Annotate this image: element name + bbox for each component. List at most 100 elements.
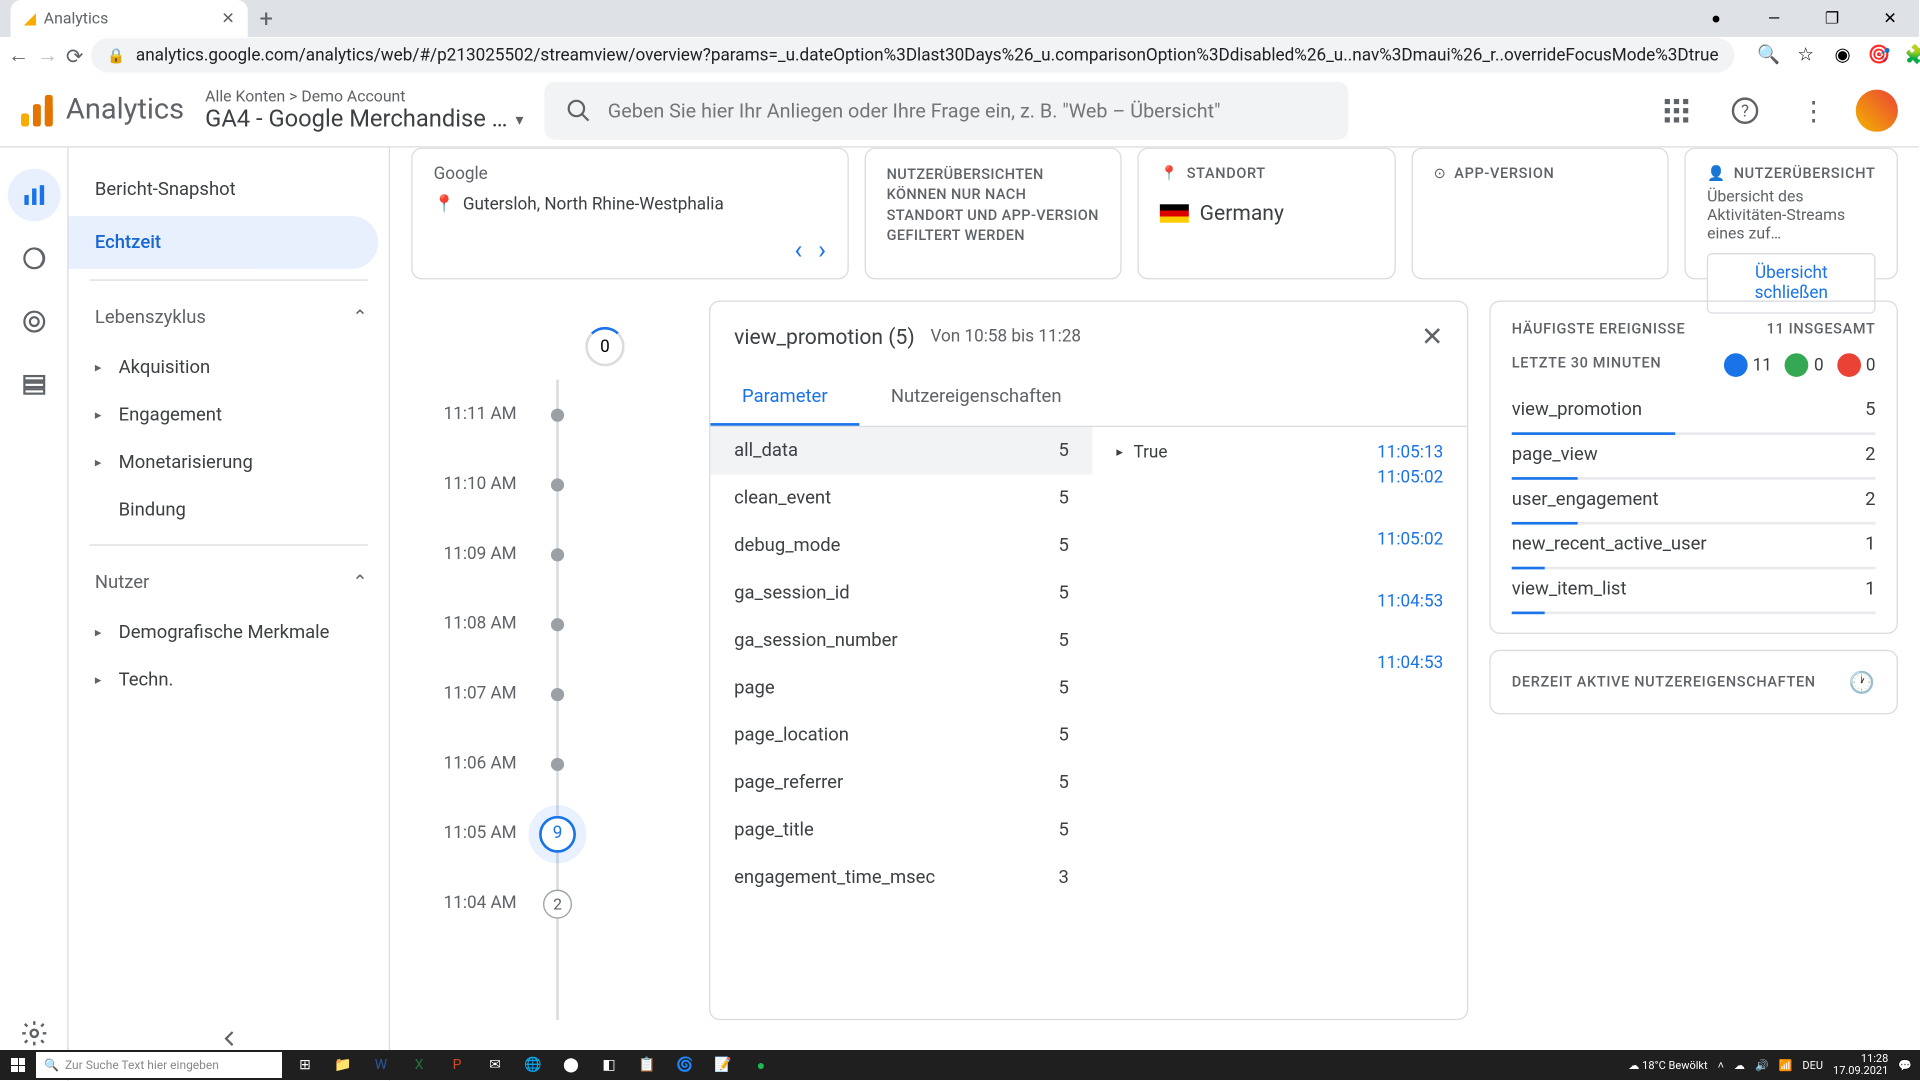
event-row[interactable]: view_promotion5 [1512,390,1876,430]
zoom-icon[interactable]: 🔍 [1753,40,1785,72]
event-timestamp[interactable]: 11:04:53 [1377,592,1443,612]
word-icon[interactable]: W [362,1050,400,1080]
parameter-row[interactable]: page_referrer5 [710,759,1092,806]
browser-tab[interactable]: ◢ Analytics ✕ [11,0,248,37]
close-window-button[interactable]: ✕ [1861,0,1919,37]
parameter-row[interactable]: page5 [710,664,1092,711]
event-timestamp[interactable]: 11:05:02 [1377,468,1443,488]
taskbar-search[interactable]: 🔍Zur Suche Text hier eingeben [36,1052,282,1078]
rail-explore[interactable] [7,232,60,285]
rail-configure[interactable] [7,358,60,411]
extension-icon[interactable]: 🎯 [1864,40,1896,72]
forward-button[interactable]: → [37,37,58,74]
analytics-logo[interactable]: Analytics [21,94,184,127]
parameter-row[interactable]: debug_mode5 [710,522,1092,569]
spotify-icon[interactable]: ● [742,1050,780,1080]
history-icon[interactable]: 🕐 [1849,670,1876,695]
new-tab-button[interactable]: + [248,0,285,37]
powerpoint-icon[interactable]: P [438,1050,476,1080]
help-icon[interactable]: ? [1719,84,1772,137]
tray-clock[interactable]: 11:28 17.09.2021 [1833,1053,1888,1077]
parameter-row[interactable]: clean_event5 [710,474,1092,521]
wifi-icon[interactable]: 📶 [1779,1059,1793,1072]
reload-button[interactable]: ⟳ [66,37,84,74]
nav-demographics[interactable]: ▸Demografische Merkmale [69,609,389,656]
tab-parameter[interactable]: Parameter [710,370,859,425]
parameter-row[interactable]: all_data5 [710,427,1092,474]
excel-icon[interactable]: X [400,1050,438,1080]
standort-card[interactable]: 📍STANDORT Germany [1138,148,1396,280]
timeline-row[interactable]: 11:05 AM9 [411,799,688,869]
notifications-icon[interactable]: 💬 [1898,1059,1912,1072]
rail-advertising[interactable] [7,295,60,348]
nav-section-user[interactable]: Nutzer ⌃ [69,556,389,609]
timeline-row[interactable]: 11:11 AM [411,380,688,450]
event-row[interactable]: new_recent_active_user1 [1512,525,1876,565]
app-icon[interactable]: ◧ [590,1050,628,1080]
property-selector[interactable]: Alle Konten > Demo Account GA4 - Google … [205,87,523,133]
obs-icon[interactable]: ⬤ [552,1050,590,1080]
back-button[interactable]: ← [8,37,29,74]
nav-acquisition[interactable]: ▸Akquisition [69,344,389,391]
nav-retention[interactable]: Bindung [69,486,389,533]
close-icon[interactable]: ✕ [221,9,234,27]
close-icon[interactable]: ✕ [1421,320,1443,352]
timeline-row[interactable]: 11:07 AM [411,659,688,729]
weather-widget[interactable]: ☁ 18°C Bewölkt [1628,1059,1707,1072]
extensions-icon[interactable]: 🧩 [1900,40,1920,72]
event-timestamp[interactable]: 11:05:02 [1377,530,1443,550]
timeline-row[interactable]: 11:08 AM [411,589,688,659]
edge-icon[interactable]: 🌀 [666,1050,704,1080]
nav-snapshot[interactable]: Bericht-Snapshot [69,163,379,216]
event-timestamp[interactable]: 11:04:53 [1377,654,1443,674]
app-version-card[interactable]: ⊙APP-VERSION [1411,148,1669,280]
timeline-row[interactable]: 11:06 AM [411,729,688,799]
extension-icon[interactable]: ◉ [1827,40,1859,72]
onedrive-icon[interactable]: ☁ [1734,1059,1745,1072]
app-icon[interactable]: 📋 [628,1050,666,1080]
nav-engagement[interactable]: ▸Engagement [69,391,389,438]
event-row[interactable]: page_view2 [1512,435,1876,475]
start-button[interactable] [0,1050,36,1080]
prev-button[interactable]: ‹ [794,233,802,265]
unknown-button[interactable]: ● [1687,0,1745,37]
volume-icon[interactable]: 🔊 [1755,1059,1769,1072]
address-bar[interactable]: 🔒 analytics.google.com/analytics/web/#/p… [91,38,1734,72]
mail-icon[interactable]: ✉ [476,1050,514,1080]
chrome-icon[interactable]: 🌐 [514,1050,552,1080]
maximize-button[interactable]: ❐ [1803,0,1861,37]
parameter-row[interactable]: ga_session_id5 [710,569,1092,616]
search-input[interactable] [608,98,1328,122]
avatar[interactable] [1856,89,1898,131]
task-view-icon[interactable]: ⊞ [286,1050,324,1080]
next-button[interactable]: › [818,233,826,265]
nav-realtime[interactable]: Echtzeit [69,216,379,269]
event-bar [1512,522,1876,525]
timeline-time: 11:11 AM [411,405,516,425]
timeline-row[interactable]: 11:04 AM2 [411,869,688,939]
rail-reports[interactable] [7,169,60,222]
parameter-row[interactable]: page_location5 [710,712,1092,759]
notepad-icon[interactable]: 📝 [704,1050,742,1080]
timeline-row[interactable]: 11:10 AM [411,449,688,519]
tray-chevron-icon[interactable]: ˄ [1718,1059,1724,1072]
nav-section-lifecycle[interactable]: Lebenszyklus ⌃ [69,291,389,344]
more-icon[interactable]: ⋮ [1787,84,1840,137]
parameter-row[interactable]: page_title5 [710,807,1092,854]
event-row[interactable]: user_engagement2 [1512,480,1876,520]
timeline-row[interactable]: 11:09 AM [411,519,688,589]
nav-monetization[interactable]: ▸Monetarisierung [69,439,389,486]
event-timestamp[interactable]: 11:05:13 [1377,443,1443,463]
explorer-icon[interactable]: 📁 [324,1050,362,1080]
parameter-row[interactable]: engagement_time_msec3 [710,854,1092,901]
tab-user-properties[interactable]: Nutzereigenschaften [859,370,1093,425]
nav-tech[interactable]: ▸Techn. [69,656,389,703]
minimize-button[interactable]: — [1745,0,1803,37]
search-bar[interactable] [545,81,1349,139]
parameter-row[interactable]: ga_session_number5 [710,617,1092,664]
apps-icon[interactable] [1650,84,1703,137]
language-indicator[interactable]: DEU [1802,1059,1823,1072]
event-row[interactable]: view_item_list1 [1512,569,1876,609]
chevron-right-icon[interactable]: ▸ [1116,445,1123,459]
star-icon[interactable]: ☆ [1790,40,1822,72]
